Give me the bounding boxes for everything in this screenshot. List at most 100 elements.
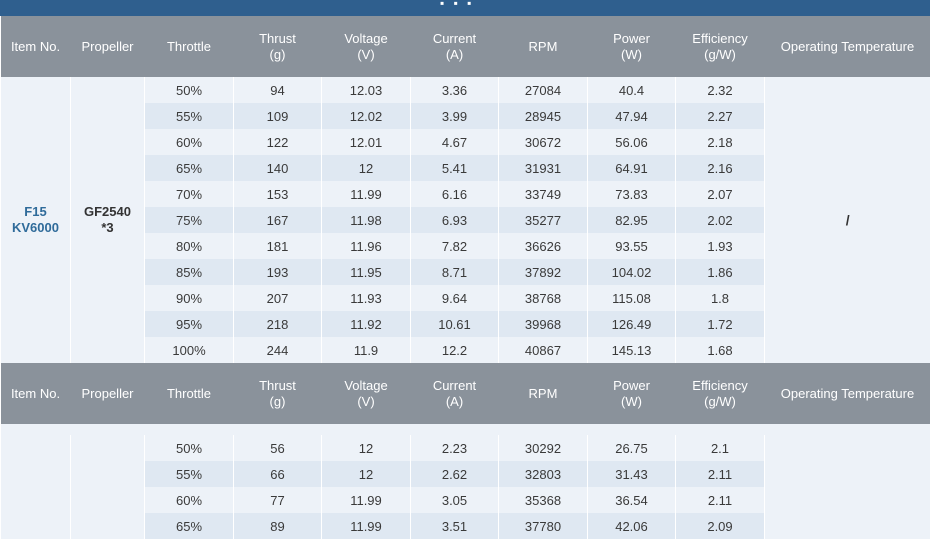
column-header: Throttle: [145, 16, 234, 77]
header-line: Efficiency: [692, 31, 747, 46]
header-line: Current: [433, 31, 476, 46]
cell-power: 47.94: [588, 103, 676, 129]
cell-efficiency: 2.11: [676, 461, 765, 487]
table-row: 60%7711.993.053536836.542.11: [1, 487, 930, 513]
cell-power: 64.91: [588, 155, 676, 181]
item-number: F15KV6000: [1, 77, 71, 363]
cell-power: 42.06: [588, 513, 676, 539]
cell-power: 73.83: [588, 181, 676, 207]
cell-rpm: 28945: [499, 103, 588, 129]
operating-temperature: /: [765, 77, 930, 363]
header-line: Item No.: [11, 39, 60, 54]
column-header: Power(W): [588, 363, 676, 424]
cell-current: 5.41: [411, 155, 499, 181]
cell-efficiency: 2.02: [676, 207, 765, 233]
table-row: 55%66122.623280331.432.11: [1, 461, 930, 487]
item-number: [1, 513, 71, 539]
propeller-name: [71, 461, 145, 487]
spacer-row: [1, 424, 930, 435]
header-line: Item No.: [11, 386, 60, 401]
column-header: Operating Temperature: [765, 16, 930, 77]
cell-power: 126.49: [588, 311, 676, 337]
cell-thrust: 66: [234, 461, 322, 487]
cell-power: 26.75: [588, 435, 676, 461]
header-unit: (g/W): [704, 47, 736, 62]
cell-current: 6.93: [411, 207, 499, 233]
cell-voltage: 11.93: [322, 285, 411, 311]
cell-rpm: 37892: [499, 259, 588, 285]
column-header: Current(A): [411, 16, 499, 77]
cell-throttle: 90%: [145, 285, 234, 311]
cell-efficiency: 2.27: [676, 103, 765, 129]
cell-current: 12.2: [411, 337, 499, 363]
cell-power: 82.95: [588, 207, 676, 233]
cell-power: 93.55: [588, 233, 676, 259]
header-line: F15: [24, 204, 46, 219]
cell-thrust: 122: [234, 129, 322, 155]
cell-voltage: 11.98: [322, 207, 411, 233]
column-header: RPM: [499, 16, 588, 77]
cell-thrust: 244: [234, 337, 322, 363]
column-header: Operating Temperature: [765, 363, 930, 424]
motor-test-table: Item No.PropellerThrottleThrust(g)Voltag…: [0, 16, 930, 539]
propeller-name: GF2540*3: [71, 77, 145, 363]
cell-efficiency: 2.32: [676, 77, 765, 103]
cell-thrust: 153: [234, 181, 322, 207]
cell-current: 7.82: [411, 233, 499, 259]
cell-rpm: 35368: [499, 487, 588, 513]
cell-voltage: 11.92: [322, 311, 411, 337]
cell-throttle: 55%: [145, 461, 234, 487]
header-unit: (g/W): [704, 394, 736, 409]
cell-rpm: 31931: [499, 155, 588, 181]
cell-efficiency: 2.18: [676, 129, 765, 155]
cell-throttle: 80%: [145, 233, 234, 259]
cell-voltage: 11.95: [322, 259, 411, 285]
header-unit: (V): [357, 394, 374, 409]
header-unit: (V): [357, 47, 374, 62]
header-line: Power: [613, 31, 650, 46]
cell-thrust: 181: [234, 233, 322, 259]
cell-thrust: 94: [234, 77, 322, 103]
header-line: RPM: [529, 386, 558, 401]
cell-thrust: 193: [234, 259, 322, 285]
cell-voltage: 11.99: [322, 487, 411, 513]
cell-efficiency: 1.68: [676, 337, 765, 363]
cell-voltage: 12.02: [322, 103, 411, 129]
item-number: [1, 487, 71, 513]
header-line: Operating Temperature: [781, 386, 914, 401]
cell-voltage: 12: [322, 461, 411, 487]
cell-power: 115.08: [588, 285, 676, 311]
header-line: Thrust: [259, 31, 296, 46]
header-line: Power: [613, 378, 650, 393]
cell-rpm: 32803: [499, 461, 588, 487]
column-header: Voltage(V): [322, 16, 411, 77]
header-unit: (A): [446, 47, 463, 62]
cell-rpm: 30292: [499, 435, 588, 461]
cell-throttle: 50%: [145, 77, 234, 103]
operating-temperature: [765, 435, 930, 461]
cell-throttle: 65%: [145, 155, 234, 181]
cell-thrust: 167: [234, 207, 322, 233]
cell-throttle: 70%: [145, 181, 234, 207]
cell-voltage: 12: [322, 435, 411, 461]
header-line: Propeller: [81, 386, 133, 401]
propeller-name: [71, 487, 145, 513]
operating-temperature: [765, 487, 930, 513]
cell-voltage: 11.99: [322, 181, 411, 207]
cell-efficiency: 2.09: [676, 513, 765, 539]
cell-current: 8.71: [411, 259, 499, 285]
cell-thrust: 140: [234, 155, 322, 181]
cell-rpm: 30672: [499, 129, 588, 155]
cell-efficiency: 1.8: [676, 285, 765, 311]
cell-current: 3.36: [411, 77, 499, 103]
header-unit: *3: [101, 220, 113, 235]
column-header: Thrust(g): [234, 363, 322, 424]
header-line: Thrust: [259, 378, 296, 393]
header-unit: (W): [621, 47, 642, 62]
column-header: Propeller: [71, 16, 145, 77]
cell-voltage: 12.03: [322, 77, 411, 103]
header-line: Voltage: [344, 378, 387, 393]
column-header: Voltage(V): [322, 363, 411, 424]
cell-current: 10.61: [411, 311, 499, 337]
cell-rpm: 36626: [499, 233, 588, 259]
